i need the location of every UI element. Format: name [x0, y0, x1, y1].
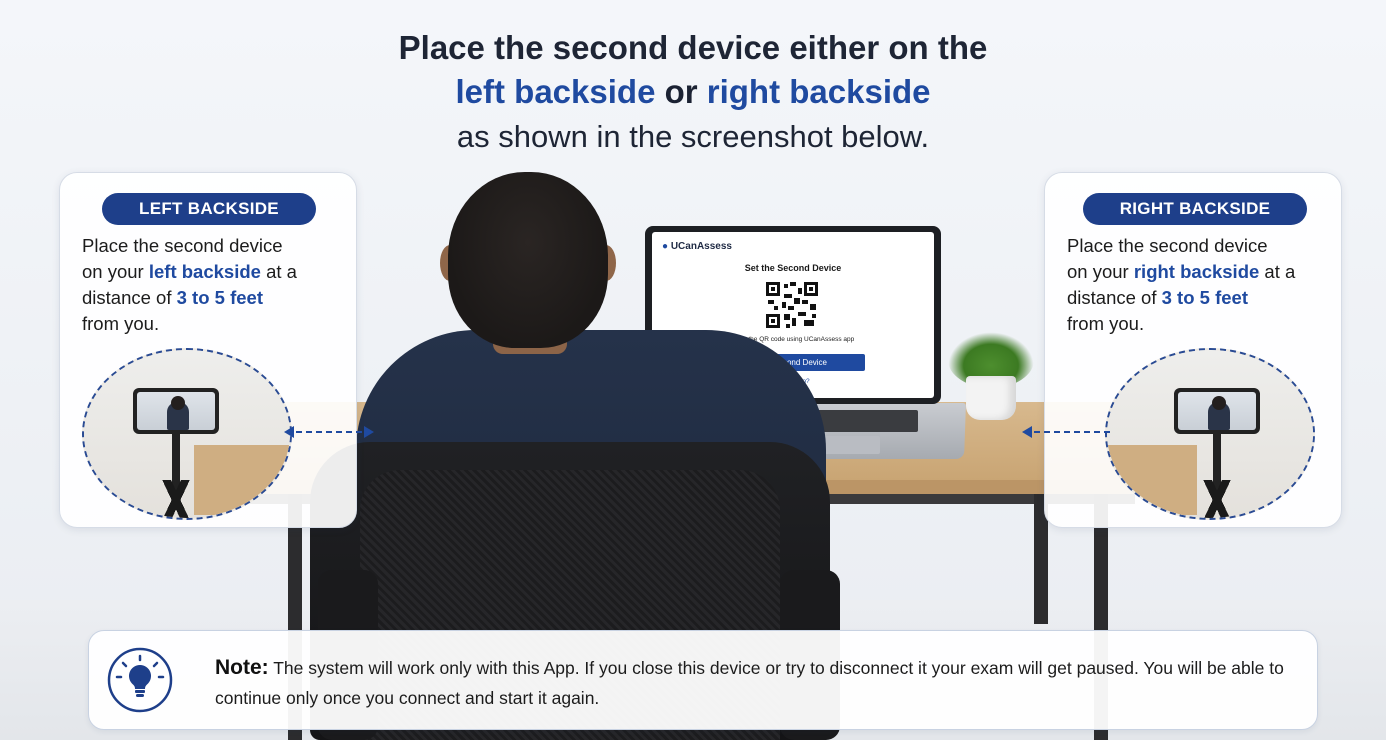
title-line-2: left backside or right backside — [0, 70, 1386, 114]
app-heading: Set the Second Device — [744, 263, 842, 273]
left-text-line-1: Place the second device — [82, 235, 283, 256]
left-phone-screen — [137, 392, 215, 430]
right-text-line-4: from you. — [1067, 313, 1145, 334]
note-body: The system will work only with this App.… — [215, 658, 1284, 708]
left-backside-card: LEFT BACKSIDE Place the second device on… — [59, 172, 357, 528]
right-t2b: right backside — [1133, 261, 1260, 282]
arrow-head-right-icon — [364, 426, 374, 438]
left-phone-person-head — [171, 396, 185, 410]
right-phone-person-head — [1212, 396, 1226, 410]
title-line-3: as shown in the screenshot below. — [456, 119, 930, 154]
left-backside-pill: LEFT BACKSIDE — [102, 193, 316, 225]
arrow-head-left-icon — [284, 426, 294, 438]
left-text-line-4: from you. — [82, 313, 160, 334]
illustration-canvas: Place the second device either on the le… — [0, 0, 1386, 740]
left-t3b: 3 to 5 feet — [176, 287, 263, 308]
right-backside-card: RIGHT BACKSIDE Place the second device o… — [1044, 172, 1342, 528]
note-text: Note: The system will work only with thi… — [215, 653, 1285, 713]
left-tripod-legs — [141, 480, 211, 518]
left-t2a: on your — [82, 261, 149, 282]
app-logo-mark-icon: ● — [662, 241, 671, 252]
right-phone-screen — [1178, 392, 1256, 430]
note-label: Note: — [215, 656, 269, 679]
left-device-illustration — [82, 348, 292, 520]
right-t2a: on your — [1067, 261, 1134, 282]
right-t3a: distance of — [1067, 287, 1162, 308]
lightbulb-icon — [107, 647, 173, 713]
title-left-backside: left backside — [455, 73, 656, 110]
title-or: or — [655, 73, 707, 110]
right-backside-pill: RIGHT BACKSIDE — [1083, 193, 1307, 225]
right-text-line-1: Place the second device — [1067, 235, 1268, 256]
left-t2c: at a — [260, 261, 297, 282]
left-text-line-2: on your left backside at a — [82, 259, 342, 285]
person-head — [448, 172, 608, 348]
right-tripod-legs — [1182, 480, 1252, 518]
app-logo: ● UCanAssess — [662, 241, 732, 252]
plant-pot — [966, 376, 1016, 420]
app-logo-text: UCanAssess — [670, 241, 732, 252]
right-device-illustration — [1105, 348, 1315, 520]
right-t2c: at a — [1259, 261, 1296, 282]
page-title: Place the second device either on the le… — [0, 26, 1386, 160]
left-phone — [133, 388, 219, 434]
left-t2b: left backside — [148, 261, 261, 282]
arrow-head-left-icon — [1022, 426, 1032, 438]
left-text-line-3: distance of 3 to 5 feet — [82, 285, 342, 311]
left-t3a: distance of — [82, 287, 177, 308]
title-right-backside: right backside — [706, 73, 931, 110]
right-t3b: 3 to 5 feet — [1161, 287, 1248, 308]
right-distance-arrow — [1022, 426, 1110, 438]
qr-code-icon — [764, 280, 820, 330]
left-distance-arrow — [284, 426, 374, 438]
right-phone — [1174, 388, 1260, 434]
note-box: Note: The system will work only with thi… — [88, 630, 1318, 730]
right-text-line-2: on your right backside at a — [1067, 259, 1327, 285]
right-backside-instructions: Place the second device on your right ba… — [1067, 233, 1327, 337]
right-text-line-3: distance of 3 to 5 feet — [1067, 285, 1327, 311]
title-line-1: Place the second device either on the — [398, 29, 988, 66]
left-backside-instructions: Place the second device on your left bac… — [82, 233, 342, 337]
